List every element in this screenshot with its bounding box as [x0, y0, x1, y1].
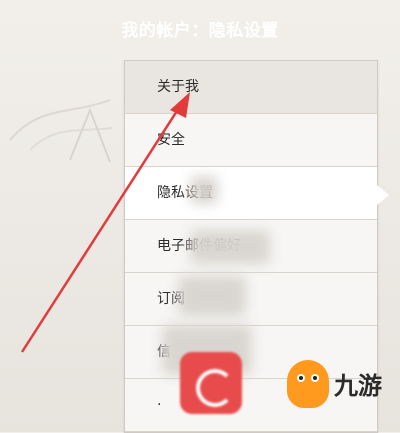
menu-item-about-me[interactable]: 关于我 — [125, 61, 377, 114]
redaction-blur-2 — [190, 230, 270, 264]
menu-item-security[interactable]: 安全 — [125, 114, 377, 167]
background-logo-art — [9, 99, 113, 163]
redaction-blur-1 — [190, 176, 218, 204]
redaction-blur-3 — [178, 276, 246, 316]
mascot-eye-right-icon — [311, 374, 319, 382]
active-item-pointer-icon — [377, 185, 389, 205]
mascot-eye-left-icon — [297, 374, 305, 382]
watermark-badge-icon — [180, 352, 242, 414]
watermark-text: 九游 — [334, 372, 382, 400]
menu-item-privacy-settings[interactable]: 隐私设置 — [125, 167, 389, 220]
page-title: 我的帐户：隐私设置 — [121, 21, 279, 41]
watermark-mascot-icon — [287, 360, 329, 408]
menu-item-subscriptions[interactable]: 订阅 — [125, 273, 377, 326]
